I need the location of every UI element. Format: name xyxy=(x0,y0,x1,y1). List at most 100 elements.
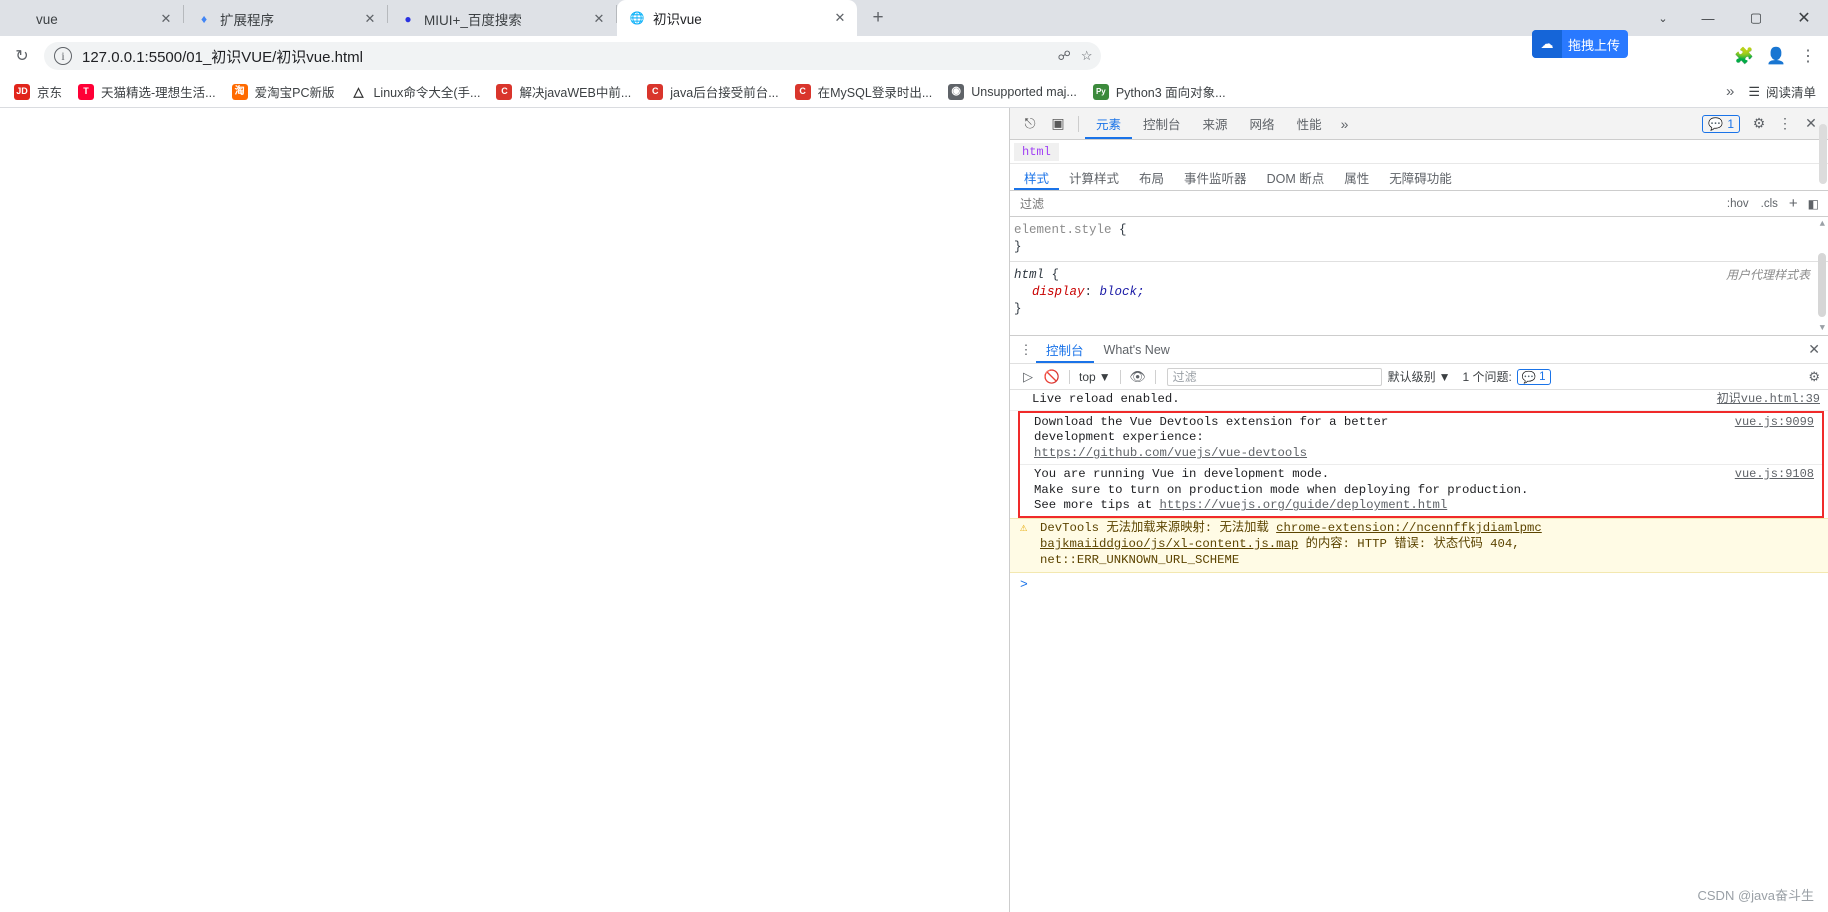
drawer-tab-whats-new[interactable]: What's New xyxy=(1094,336,1180,363)
puzzle-icon[interactable]: 🧩 xyxy=(1728,40,1760,72)
bookmark-item-2[interactable]: 淘 爱淘宝PC新版 xyxy=(224,79,343,105)
star-icon[interactable]: ☆ xyxy=(1081,48,1093,64)
drawer-tab-console[interactable]: 控制台 xyxy=(1036,336,1094,363)
address-bar[interactable]: i 127.0.0.1:5500/01_初识VUE/初识vue.html ☍ ☆ xyxy=(44,42,1101,70)
bookmark-label: 天猫精选-理想生活... xyxy=(101,86,216,100)
site-info-icon[interactable]: i xyxy=(54,47,72,65)
subtab-layout[interactable]: 布局 xyxy=(1129,164,1174,190)
minimize-button[interactable]: — xyxy=(1684,0,1732,36)
console-filter-input[interactable]: 过滤 xyxy=(1166,367,1382,386)
reading-list-button[interactable]: ☰ 阅读清单 xyxy=(1748,82,1824,101)
profile-icon[interactable]: 👤 xyxy=(1760,40,1792,72)
clear-console-icon[interactable]: 🚫 xyxy=(1040,366,1064,388)
kebab-icon[interactable]: ⋮ xyxy=(1792,40,1824,72)
page-viewport xyxy=(0,108,1009,912)
devtools-tab-performance[interactable]: 性能 xyxy=(1286,108,1333,139)
new-style-rule-button[interactable]: + xyxy=(1784,195,1803,212)
console-level-selector[interactable]: 默认级别 ▼ xyxy=(1388,368,1451,385)
reload-icon[interactable]: ↻ xyxy=(8,42,36,70)
bookmark-item-8[interactable]: Py Python3 面向对象... xyxy=(1085,79,1234,105)
styles-subtabs: 样式 计算样式 布局 事件监听器 DOM 断点 属性 无障碍功能 xyxy=(1010,164,1828,191)
bookmark-item-0[interactable]: JD 京东 xyxy=(6,79,70,105)
new-tab-button[interactable]: + xyxy=(863,3,893,33)
bookmark-item-5[interactable]: C java后台接受前台... xyxy=(639,79,786,105)
bookmark-item-3[interactable]: △ Linux命令大全(手... xyxy=(342,79,488,105)
devtools-tab-sources[interactable]: 来源 xyxy=(1192,108,1239,139)
css-rule-html[interactable]: html { 用户代理样式表 display: block; } xyxy=(1010,266,1828,319)
console-message-log[interactable]: vue.js:9099 Download the Vue Devtools ex… xyxy=(1020,413,1822,464)
filter-hov-button[interactable]: :hov xyxy=(1721,198,1755,210)
tab-close-icon[interactable]: ✕ xyxy=(831,9,849,27)
console-message-link[interactable]: https://vuejs.org/guide/deployment.html xyxy=(1159,498,1447,512)
console-message-log[interactable]: vue.js:9108 You are running Vue in devel… xyxy=(1020,465,1822,516)
gear-icon[interactable]: ⚙ xyxy=(1746,111,1772,137)
devtools-tab-network[interactable]: 网络 xyxy=(1239,108,1286,139)
tab-close-icon[interactable]: ✕ xyxy=(590,10,608,28)
console-source-anchor[interactable]: vue.js:9099 xyxy=(1735,415,1814,430)
bookmark-item-4[interactable]: C 解决javaWEB中前... xyxy=(488,79,639,105)
filter-cls-button[interactable]: .cls xyxy=(1755,198,1784,210)
live-expression-icon[interactable]: 👁 xyxy=(1126,366,1150,388)
issues-badge[interactable]: 💬 1 xyxy=(1516,368,1551,385)
console-message-link[interactable]: https://github.com/vuejs/vue-devtools xyxy=(1034,446,1814,462)
devtools-more-tabs-icon[interactable]: » xyxy=(1333,108,1357,139)
kebab-icon[interactable]: ⋮ xyxy=(1772,111,1798,137)
device-toggle-icon[interactable]: ▣ xyxy=(1044,111,1072,137)
bookmarks-overflow-icon[interactable]: » xyxy=(1716,83,1744,100)
console-level-label: 默认级别 xyxy=(1387,370,1436,384)
css-close-brace: } xyxy=(1014,239,1022,254)
devtools-tab-elements[interactable]: 元素 xyxy=(1085,108,1132,139)
console-sidebar-icon[interactable]: ▷ xyxy=(1016,366,1040,388)
console-context-selector[interactable]: top ▼ xyxy=(1075,370,1115,384)
maximize-button[interactable]: ▢ xyxy=(1732,0,1780,36)
console-issues-label: 1 个问题: xyxy=(1462,370,1512,384)
inspect-icon[interactable]: ⎋ xyxy=(1016,111,1044,137)
console-input-prompt[interactable]: > xyxy=(1010,573,1828,596)
subtab-dom-breakpoints[interactable]: DOM 断点 xyxy=(1257,164,1335,190)
tab-search-chevron-icon[interactable]: ⌄ xyxy=(1642,0,1684,36)
subtab-computed[interactable]: 计算样式 xyxy=(1059,164,1129,190)
devtools-tabbar: ⎋ ▣ 元素 控制台 来源 网络 性能 » 💬 1 ⚙ ⋮ ✕ xyxy=(1010,108,1828,140)
console-warning-link[interactable]: chrome-extension://ncennffkjdiamlpmc xyxy=(1276,521,1542,535)
browser-tab-0[interactable]: vue ✕ xyxy=(0,2,183,36)
console-issues-summary[interactable]: 1 个问题: 💬 1 xyxy=(1462,368,1551,385)
share-icon[interactable]: ☍ xyxy=(1058,48,1071,64)
scrollbar-thumb[interactable] xyxy=(1819,124,1827,184)
subtab-styles[interactable]: 样式 xyxy=(1014,164,1059,190)
subtab-event-listeners[interactable]: 事件监听器 xyxy=(1174,164,1257,190)
issues-count: 1 xyxy=(1539,370,1546,383)
subtab-accessibility[interactable]: 无障碍功能 xyxy=(1379,164,1462,190)
tab-close-icon[interactable]: ✕ xyxy=(361,10,379,28)
breadcrumb-item-html[interactable]: html xyxy=(1014,142,1059,161)
drag-upload-badge[interactable]: ☁ 拖拽上传 xyxy=(1531,30,1628,58)
browser-tab-2[interactable]: ● MIUI+_百度搜索 ✕ xyxy=(388,2,616,36)
console-message-log[interactable]: Live reload enabled. 初识vue.html:39 xyxy=(1010,390,1828,411)
bookmark-label: 爱淘宝PC新版 xyxy=(254,86,335,100)
divider xyxy=(1078,115,1079,132)
console-warning-link[interactable]: bajkmaiiddgioo/js/xl-content.js.map xyxy=(1040,537,1298,551)
devtools-scrollbar[interactable] xyxy=(1818,108,1828,912)
console-source-anchor[interactable]: vue.js:9108 xyxy=(1735,467,1814,482)
issues-badge[interactable]: 💬 1 xyxy=(1702,114,1740,133)
bookmark-item-1[interactable]: T 天猫精选-理想生活... xyxy=(70,79,224,105)
console-source-anchor[interactable]: 初识vue.html:39 xyxy=(1717,392,1820,407)
drawer-tabbar: ⋮ 控制台 What's New ✕ xyxy=(1010,336,1828,364)
css-rule-element-style[interactable]: element.style { } xyxy=(1010,221,1828,257)
bookmark-item-6[interactable]: C 在MySQL登录时出... xyxy=(787,79,941,105)
user-agent-stylesheet-note: 用户代理样式表 xyxy=(1725,267,1810,282)
csdn-icon: C xyxy=(496,83,513,100)
bookmark-item-7[interactable]: ◉ Unsupported maj... xyxy=(940,79,1085,105)
python-icon: Py xyxy=(1092,83,1109,100)
styles-filter-input[interactable] xyxy=(1018,195,1721,212)
close-window-button[interactable]: ✕ xyxy=(1780,0,1828,36)
browser-tab-3-active[interactable]: 🌐 初识vue ✕ xyxy=(617,0,857,36)
subtab-properties[interactable]: 属性 xyxy=(1334,164,1379,190)
devtools-tab-console[interactable]: 控制台 xyxy=(1132,108,1192,139)
browser-tab-1[interactable]: ♦ 扩展程序 ✕ xyxy=(184,2,387,36)
kebab-icon[interactable]: ⋮ xyxy=(1016,342,1036,358)
chevron-down-icon: ▼ xyxy=(1098,369,1111,384)
console-message-warning[interactable]: ⚠ DevTools 无法加载来源映射: 无法加载 chrome-extensi… xyxy=(1010,518,1828,574)
console-message-line: See more tips at https://vuejs.org/guide… xyxy=(1034,498,1448,513)
tab-close-icon[interactable]: ✕ xyxy=(157,10,175,28)
css-declaration[interactable]: display: block; xyxy=(1014,284,1828,301)
